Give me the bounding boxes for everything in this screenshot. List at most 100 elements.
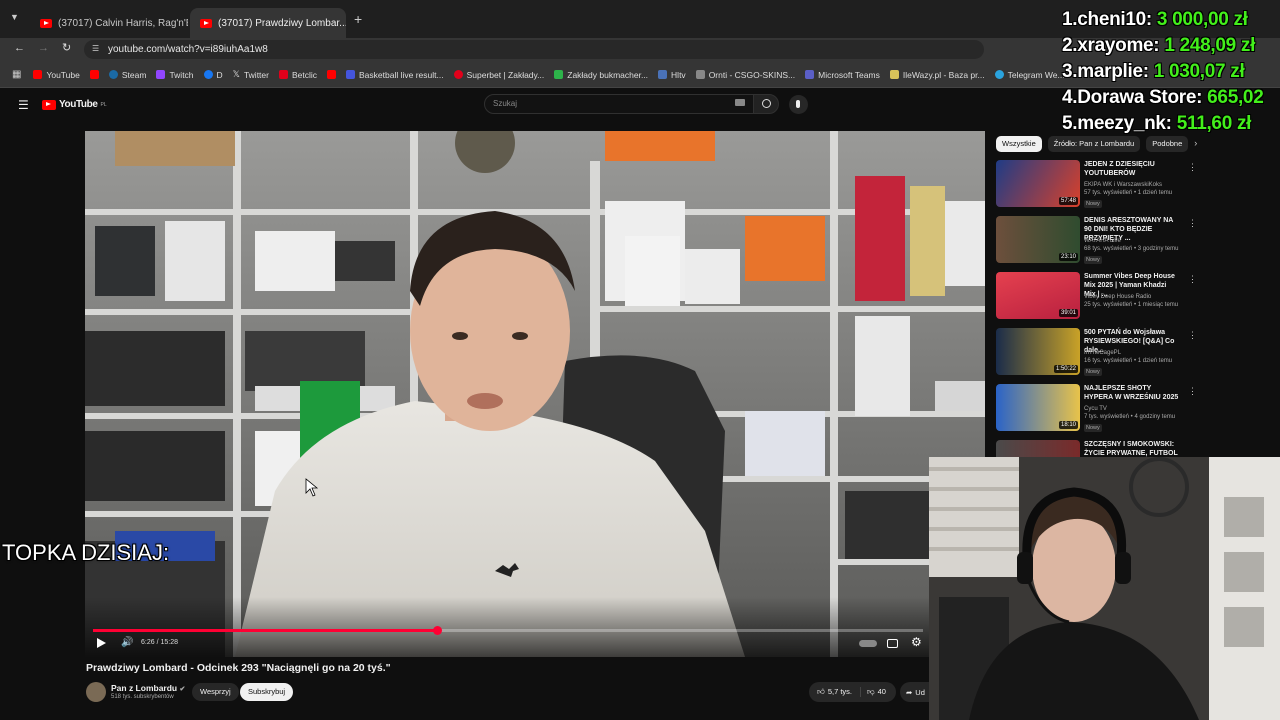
recommended-channel: Cycu TV <box>1084 406 1107 412</box>
volume-icon[interactable]: 🔊 <box>121 637 133 648</box>
like-button[interactable]: 👍︎ 5,7 tys. <box>809 687 861 697</box>
youtube-icon <box>327 70 337 79</box>
youtube-icon <box>89 70 99 79</box>
more-options-icon[interactable]: ⋮ <box>1188 330 1197 341</box>
more-options-icon[interactable]: ⋮ <box>1188 386 1197 397</box>
bookmark-telegram[interactable]: Telegram We... <box>994 70 1065 80</box>
verified-check-icon: ✔ <box>179 686 186 693</box>
new-badge: Nowy <box>1084 424 1102 432</box>
recommended-title: NAJLEPSZE SHOTY HYPERA W WRZEŚNIU 2025 <box>1084 385 1179 401</box>
video-player[interactable] <box>85 131 985 657</box>
progress-fill <box>93 629 438 632</box>
dislike-button[interactable]: 👎︎ 40 <box>861 687 886 697</box>
channel-avatar[interactable] <box>86 682 106 702</box>
recommended-video[interactable]: 57:48 JEDEN Z DZIESIĘCIU YOUTUBERÓW EKIP… <box>996 160 1197 212</box>
play-icon[interactable] <box>97 638 106 648</box>
bookmark-ornti[interactable]: Ornti - CSGO-SKINS... <box>695 70 795 80</box>
bookmark-youtube-2[interactable] <box>89 70 99 79</box>
twitch-icon <box>156 70 166 79</box>
bookmark-facebook[interactable]: D <box>203 70 223 80</box>
hltv-icon <box>658 70 668 79</box>
duration-badge: 23:10 <box>1058 253 1078 261</box>
settings-gear-icon[interactable]: ⚙ <box>911 635 922 649</box>
bookmark-zaklady[interactable]: Zakłady bukmacher... <box>554 70 648 80</box>
video-thumbnail: 57:48 <box>996 160 1080 207</box>
overlay-caption: TOPKA DZISIAJ: <box>2 540 170 565</box>
thumbs-up-icon: 👍︎ <box>817 687 825 696</box>
search-input[interactable]: Szukaj <box>484 94 754 114</box>
bookmark-basketball[interactable]: Basketball live result... <box>346 70 444 80</box>
site-info-icon[interactable]: ☰ <box>92 44 99 53</box>
recommended-video[interactable]: 1:50:22 500 PYTAŃ do Wojsława RYSIEWSKIE… <box>996 328 1197 380</box>
recommended-channel: InTheCagePL <box>1084 350 1122 356</box>
recommended-video[interactable]: SZCZĘSNY I SMOKOWSKI: ŻYCIE PRYWATNE, FU… <box>996 440 1186 457</box>
bookmark-betclic[interactable]: Betclic <box>278 70 317 80</box>
recommended-video[interactable]: 18:10 NAJLEPSZE SHOTY HYPERA W WRZEŚNIU … <box>996 384 1197 436</box>
duration-badge: 18:10 <box>1058 421 1078 429</box>
recommended-title: SZCZĘSNY I SMOKOWSKI: ŻYCIE PRYWATNE, FU… <box>1084 441 1178 457</box>
apps-grid-icon[interactable]: ▦ <box>12 69 21 80</box>
bookmark-teams[interactable]: Microsoft Teams <box>805 70 880 80</box>
chips-next-chevron-icon[interactable]: › <box>1194 136 1197 152</box>
support-button[interactable]: Wesprzyj <box>192 683 239 701</box>
youtube-logo[interactable]: YouTube PL <box>42 99 107 110</box>
recommended-meta: 7 tys. wyświetleń • 4 godziny temu <box>1084 414 1176 420</box>
subscribe-button[interactable]: Subskrybuj <box>240 683 294 701</box>
channel-name[interactable]: Pan z Lombardu ✔ <box>111 683 185 693</box>
recommended-meta: 68 tys. wyświetleń • 3 godziny temu <box>1084 246 1179 252</box>
chip-source-channel[interactable]: Źródło: Pan z Lombardu <box>1047 136 1141 152</box>
webcam-image <box>929 457 1280 720</box>
chip-all[interactable]: Wszystkie <box>996 136 1042 152</box>
bookmark-twitch[interactable]: Twitch <box>156 70 194 80</box>
search-button[interactable] <box>753 94 779 114</box>
video-thumbnail: 18:10 <box>996 384 1080 431</box>
bookmark-hltv[interactable]: Hltv <box>658 70 686 80</box>
duration-badge: 57:48 <box>1058 197 1078 205</box>
tab-label: (37017) Calvin Harris, Rag'n'Bo... <box>58 17 188 29</box>
video-frame-image <box>85 131 985 657</box>
reload-icon[interactable]: ↻ <box>62 41 71 54</box>
ilewazy-icon <box>889 70 899 79</box>
video-thumbnail <box>996 440 1080 457</box>
leaderboard-row: 5.meezy_nk: 511,60 zł <box>1062 113 1252 134</box>
superbet-icon <box>453 70 463 79</box>
recommended-video[interactable]: 23:10 DENIS ARESZTOWANY NA 90 DNI! KTO B… <box>996 216 1197 268</box>
forward-arrow-icon[interactable]: → <box>38 42 49 54</box>
telegram-icon <box>994 70 1004 79</box>
like-dislike-bar: 👍︎ 5,7 tys. 👎︎ 40 <box>809 682 896 702</box>
more-options-icon[interactable]: ⋮ <box>1188 274 1197 285</box>
leaderboard-row: 3.marplie: 1 030,07 zł <box>1062 61 1245 82</box>
bookmark-youtube-3[interactable] <box>327 70 337 79</box>
microphone-icon <box>796 100 800 108</box>
video-progress-bar[interactable] <box>93 626 923 635</box>
youtube-icon <box>33 70 43 79</box>
browser-tab-calvin-harris[interactable]: (37017) Calvin Harris, Rag'n'Bo... ✕ <box>30 8 188 38</box>
youtube-favicon-icon <box>40 18 52 28</box>
bookmark-youtube[interactable]: YouTube <box>33 70 80 80</box>
more-options-icon[interactable]: ⋮ <box>1188 218 1197 229</box>
bookmark-steam[interactable]: Steam <box>108 70 146 80</box>
chip-similar[interactable]: Podobne <box>1146 136 1189 152</box>
bookmark-twitter[interactable]: 𝕏 Twitter <box>233 69 269 80</box>
new-badge: Nowy <box>1084 368 1102 376</box>
facebook-icon <box>203 70 213 79</box>
keyboard-icon[interactable] <box>735 99 745 106</box>
thumbs-down-icon: 👎︎ <box>867 687 875 696</box>
bookmark-ilewazy[interactable]: IleWazy.pl - Baza pr... <box>889 70 985 80</box>
tab-label: (37017) Prawdziwy Lombar... <box>218 17 346 29</box>
autoplay-toggle[interactable] <box>859 640 877 647</box>
recommended-channel: EKIPA WK i WarszawskiKoks <box>1084 182 1163 188</box>
new-tab-button[interactable]: + <box>354 11 362 27</box>
browser-tab-prawdziwy-lombard[interactable]: (37017) Prawdziwy Lombar... 🔊 ✕ <box>190 8 346 38</box>
subtitles-icon[interactable] <box>887 639 898 648</box>
back-arrow-icon[interactable]: ← <box>14 42 25 54</box>
address-bar[interactable]: ☰ youtube.com/watch?v=i89iuhAa1w8 <box>84 40 984 59</box>
voice-search-button[interactable] <box>789 95 808 114</box>
tab-search-icon[interactable]: ▼ <box>10 12 19 22</box>
bookmark-superbet[interactable]: Superbet | Zakłady... <box>453 70 544 80</box>
more-options-icon[interactable]: ⋮ <box>1188 162 1197 173</box>
leaderboard-row: 4.Dorawa Store: 665,02 <box>1062 87 1264 108</box>
hamburger-menu-icon[interactable]: ☰ <box>18 98 29 112</box>
share-arrow-icon: ➦ <box>906 687 913 697</box>
recommended-video[interactable]: 39:01 Summer Vibes Deep House Mix 2025 |… <box>996 272 1197 324</box>
